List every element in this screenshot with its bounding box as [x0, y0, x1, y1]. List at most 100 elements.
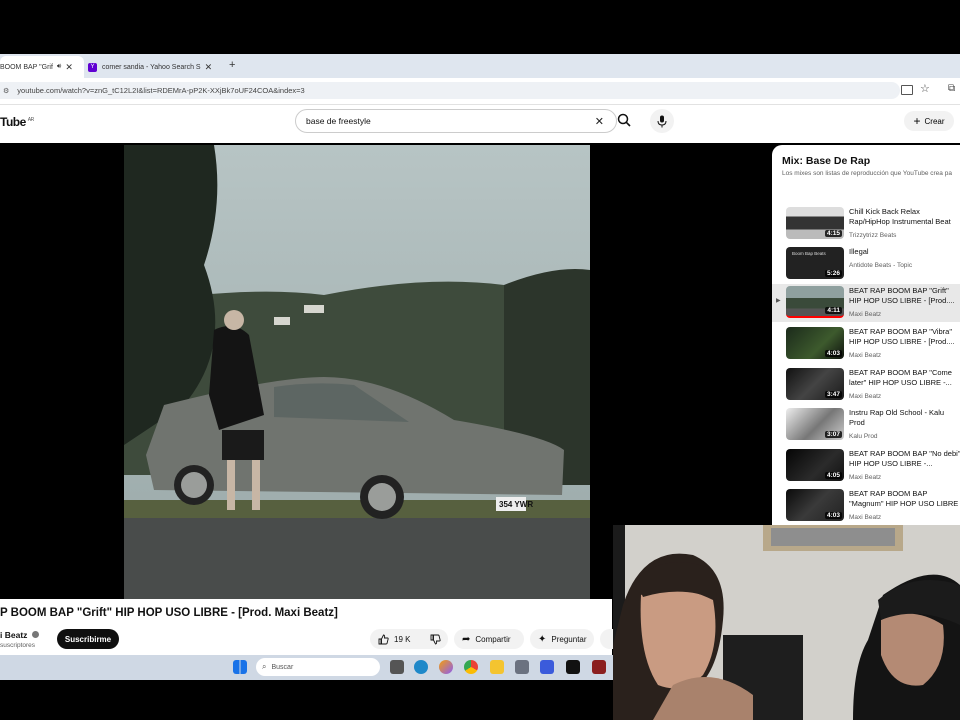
playlist-item[interactable]: Boom Bap Beats 5:26 Illegal Antidote Bea… — [772, 245, 960, 283]
address-bar: ⚙︎ youtube.com/watch?v=znG_tC12L2I&list=… — [0, 78, 960, 105]
item-author: Kalu Prod — [849, 433, 878, 440]
license-plate-text: 354 YWR — [499, 500, 533, 509]
taskbar-search[interactable]: ⌕ Buscar — [256, 658, 380, 676]
playlist-item[interactable]: 3:07 Instru Rap Old School - Kalu Prod K… — [772, 406, 960, 444]
plus-icon: + — [913, 114, 921, 128]
speaker-icon[interactable]: 🔊︎ — [57, 63, 61, 71]
webcam-overlay — [613, 525, 960, 720]
youtube-logo[interactable]: Tube AR — [0, 115, 34, 129]
search-icon — [617, 113, 631, 127]
video-thumbnail: Boom Bap Beats 5:26 — [786, 247, 844, 279]
video-scene: 354 YWR — [124, 145, 590, 599]
verified-icon — [31, 631, 39, 638]
ask-label: Preguntar — [551, 634, 587, 644]
duration: 3:07 — [824, 431, 842, 438]
playlist-title: Mix: Base De Rap — [782, 155, 871, 167]
tab-title: comer sandia - Yahoo Search S — [102, 63, 201, 71]
thumbs-down-icon — [430, 634, 441, 644]
sparkle-icon: ✦ — [538, 633, 547, 645]
taskbar: ⌕ Buscar — [0, 655, 614, 680]
video-thumbnail: 4:05 — [786, 449, 844, 481]
duration: 4:05 — [824, 472, 842, 479]
ask-button[interactable]: ✦ Preguntar — [530, 629, 594, 649]
duration: 4:03 — [824, 512, 842, 519]
create-label: Crear — [924, 116, 945, 126]
channel-name-text: i Beatz — [0, 630, 28, 640]
tab-close-icon[interactable]: ✕ — [65, 62, 73, 73]
item-author: Maxi Beatz — [849, 474, 882, 481]
copilot-icon[interactable] — [439, 660, 453, 674]
task-view-icon[interactable] — [390, 660, 404, 674]
logo-text: Tube — [0, 115, 26, 129]
thumbs-up-icon — [378, 634, 389, 644]
voice-search-button[interactable] — [650, 109, 674, 133]
duration: 3:47 — [824, 391, 842, 398]
like-button[interactable]: 19 K — [370, 629, 422, 649]
subscribe-button[interactable]: Suscribirme — [57, 629, 119, 649]
site-info-icon[interactable]: ⚙︎ — [3, 87, 9, 95]
store-icon[interactable] — [515, 660, 529, 674]
edge-icon[interactable] — [414, 660, 428, 674]
chrome-icon[interactable] — [464, 660, 478, 674]
video-frame: 354 YWR — [124, 145, 590, 599]
bookmark-star-icon[interactable]: ☆ — [920, 82, 930, 95]
video-thumbnail: 3:07 — [786, 408, 844, 440]
create-button[interactable]: + Crear — [904, 111, 954, 131]
logo-region: AR — [27, 117, 34, 123]
clear-search-icon[interactable]: ✕ — [595, 115, 604, 128]
item-author: Antidote Beats - Topic — [849, 262, 913, 269]
like-count: 19 K — [394, 634, 411, 644]
tab-yahoo[interactable]: Y comer sandia - Yahoo Search S ✕ — [88, 56, 218, 78]
item-author: Maxi Beatz — [849, 352, 882, 359]
item-title: BEAT RAP BOOM BAP "Come later" HIP HOP U… — [849, 368, 952, 387]
playlist-item[interactable]: 4:03 BEAT RAP BOOM BAP "Magnum" HIP HOP … — [772, 487, 960, 525]
tab-close-icon[interactable]: ✕ — [205, 62, 213, 73]
share-label: Compartir — [475, 634, 511, 644]
item-title: Illegal — [849, 247, 869, 256]
search-button[interactable] — [610, 109, 638, 131]
tab-title: BOOM BAP "Grif — [0, 63, 53, 71]
tab-active[interactable]: BOOM BAP "Grif 🔊︎ ✕ — [0, 56, 84, 78]
youtube-header: Tube AR base de freestyle ✕ + Crear — [0, 105, 960, 143]
share-icon: ➦ — [462, 633, 471, 645]
url-text: youtube.com/watch?v=znG_tC12L2I&list=RDE… — [17, 86, 305, 95]
playlist-item[interactable]: 3:47 BEAT RAP BOOM BAP "Come later" HIP … — [772, 366, 960, 404]
file-explorer-icon[interactable] — [490, 660, 504, 674]
install-app-icon[interactable] — [901, 85, 913, 95]
channel-name[interactable]: i Beatz — [0, 630, 39, 640]
thumb-text: Boom Bap Beats — [792, 251, 826, 256]
share-button[interactable]: ➦ Compartir — [454, 629, 524, 649]
more-actions-button[interactable] — [600, 629, 614, 649]
playlist-item[interactable]: 4:03 BEAT RAP BOOM BAP "Vibra" HIP HOP U… — [772, 325, 960, 363]
video-thumbnail: 4:03 — [786, 327, 844, 359]
microphone-icon — [657, 115, 667, 127]
url-field[interactable]: ⚙︎ youtube.com/watch?v=znG_tC12L2I&list=… — [0, 82, 900, 99]
playlist-panel: Mix: Base De Rap Los mixes son listas de… — [772, 145, 960, 525]
item-author: Trizzytrizz Beats — [849, 232, 897, 239]
new-tab-button[interactable]: + — [229, 59, 235, 71]
item-author: Maxi Beatz — [849, 393, 882, 400]
extensions-icon[interactable]: ⧉ — [948, 83, 955, 94]
taskbar-search-placeholder: Buscar — [271, 663, 294, 671]
video-thumbnail: 3:47 — [786, 368, 844, 400]
item-title: BEAT RAP BOOM BAP "Grift" HIP HOP USO LI… — [849, 286, 955, 305]
item-title: Instru Rap Old School - Kalu Prod — [849, 408, 945, 427]
tiktok-icon[interactable] — [566, 660, 580, 674]
video-info: P BOOM BAP "Grift" HIP HOP USO LIBRE - [… — [0, 599, 614, 655]
playlist-item[interactable]: 4:05 BEAT RAP BOOM BAP "No debi" HIP HOP… — [772, 447, 960, 485]
search-box[interactable]: base de freestyle ✕ — [295, 109, 617, 133]
item-title: BEAT RAP BOOM BAP "No debi" HIP HOP USO … — [849, 449, 960, 468]
video-thumbnail: 4:11 — [786, 286, 844, 318]
search-icon: ⌕ — [262, 662, 267, 671]
playlist-item[interactable]: 4:15 Chill Kick Back Relax Rap/HipHop In… — [772, 205, 960, 243]
search-input[interactable]: base de freestyle — [306, 116, 595, 126]
app-icon[interactable] — [540, 660, 554, 674]
subscriber-count: suscriptores — [0, 642, 36, 649]
playlist-item-current[interactable]: ▶ 4:11 BEAT RAP BOOM BAP "Grift" HIP HOP… — [772, 284, 960, 322]
app-icon[interactable] — [592, 660, 606, 674]
playlist-subtitle: Los mixes son listas de reproducción que… — [782, 170, 952, 177]
windows-start-icon[interactable] — [233, 660, 247, 674]
item-title: BEAT RAP BOOM BAP "Magnum" HIP HOP USO L… — [849, 489, 959, 510]
browser-tab-bar: BOOM BAP "Grif 🔊︎ ✕ Y comer sandia - Yah… — [0, 54, 960, 78]
dislike-button[interactable] — [422, 629, 448, 649]
